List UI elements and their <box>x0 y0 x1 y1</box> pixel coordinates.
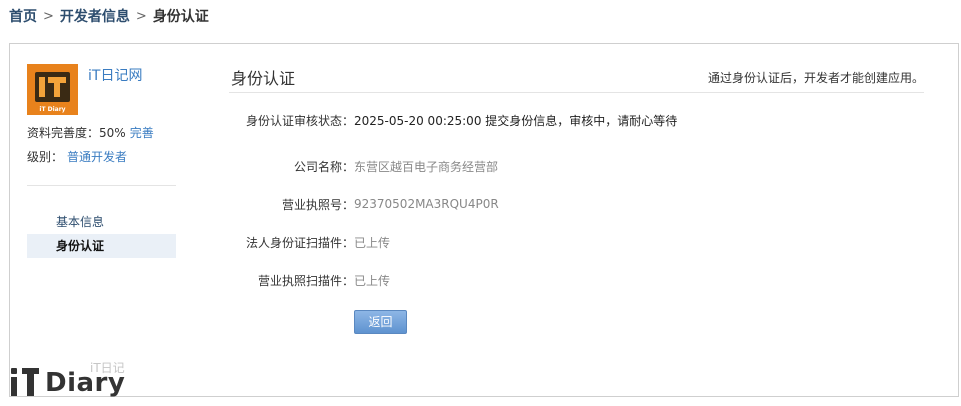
company-row: 公司名称： 东营区越百电子商务经营部 <box>229 156 498 176</box>
it-diary-watermark-logo: iT日记 Diary <box>9 358 139 402</box>
license-value: 92370502MA3RQU4P0R <box>354 197 499 211</box>
company-label: 公司名称： <box>293 159 354 174</box>
level-row: 级别： 普通开发者 <box>27 149 176 165</box>
status-label: 身份认证审核状态： <box>245 113 354 128</box>
breadcrumb-home-link[interactable]: 首页 <box>9 6 37 26</box>
sidebar-item-basic-info[interactable]: 基本信息 <box>27 210 176 234</box>
license-scan-value: 已上传 <box>354 273 391 288</box>
it-logo-icon <box>35 72 70 102</box>
completeness-row: 资料完善度：50% 完善 <box>27 125 176 141</box>
avatar-caption: iT Diary <box>39 106 66 113</box>
license-row: 营业执照号： 92370502MA3RQU4P0R <box>229 194 499 214</box>
watermark-word: Diary <box>45 368 126 398</box>
developer-profile: iT Diary iT日记网 <box>27 64 176 115</box>
chevron-right-icon: > <box>43 8 54 24</box>
breadcrumb-current: 身份认证 <box>152 9 209 25</box>
chevron-right-icon: > <box>135 8 147 24</box>
license-scan-label: 营业执照扫描件： <box>257 273 354 288</box>
sidebar: iT Diary iT日记网 资料完善度：50% 完善 级别： 普通开发者 基本信息… <box>27 64 176 258</box>
legal-id-row: 法人身份证扫描件： 已上传 <box>229 232 390 252</box>
license-scan-row: 营业执照扫描件： 已上传 <box>229 270 390 290</box>
avatar: iT Diary <box>27 64 78 115</box>
main-header: 身份认证 通过身份认证后，开发者才能创建应用。 <box>229 64 924 93</box>
level-value-link[interactable]: 普通开发者 <box>67 150 127 164</box>
breadcrumb: 首页 > 开发者信息 > 身份认证 <box>9 5 209 27</box>
sidebar-divider <box>27 185 176 186</box>
main-content: 身份认证 通过身份认证后，开发者才能创建应用。 身份认证审核状态： 2025-0… <box>229 64 924 334</box>
legal-id-label: 法人身份证扫描件： <box>245 235 354 250</box>
status-row: 身份认证审核状态： 2025-05-20 00:25:00 提交身份信息，审核中… <box>229 110 677 130</box>
completeness-value: 50% <box>99 126 126 140</box>
breadcrumb-developer-info-link[interactable]: 开发者信息 <box>60 6 130 26</box>
company-value: 东营区越百电子商务经营部 <box>354 159 499 174</box>
license-label: 营业执照号： <box>281 197 354 212</box>
level-label: 级别： <box>27 150 64 164</box>
legal-id-value: 已上传 <box>354 235 391 250</box>
complete-profile-link[interactable]: 完善 <box>130 126 154 140</box>
sidebar-nav: 基本信息 身份认证 <box>27 210 176 258</box>
back-button[interactable]: 返回 <box>354 310 407 334</box>
completeness-label: 资料完善度： <box>27 126 100 140</box>
page-title: 身份认证 <box>231 69 296 88</box>
sidebar-item-identity-verification[interactable]: 身份认证 <box>27 234 176 258</box>
status-value: 2025-05-20 00:25:00 提交身份信息，审核中，请耐心等待 <box>354 113 678 128</box>
verification-note: 通过身份认证后，开发者才能创建应用。 <box>707 71 924 85</box>
content-panel: iT Diary iT日记网 资料完善度：50% 完善 级别： 普通开发者 基本信息… <box>9 43 959 397</box>
developer-name[interactable]: iT日记网 <box>88 65 142 85</box>
